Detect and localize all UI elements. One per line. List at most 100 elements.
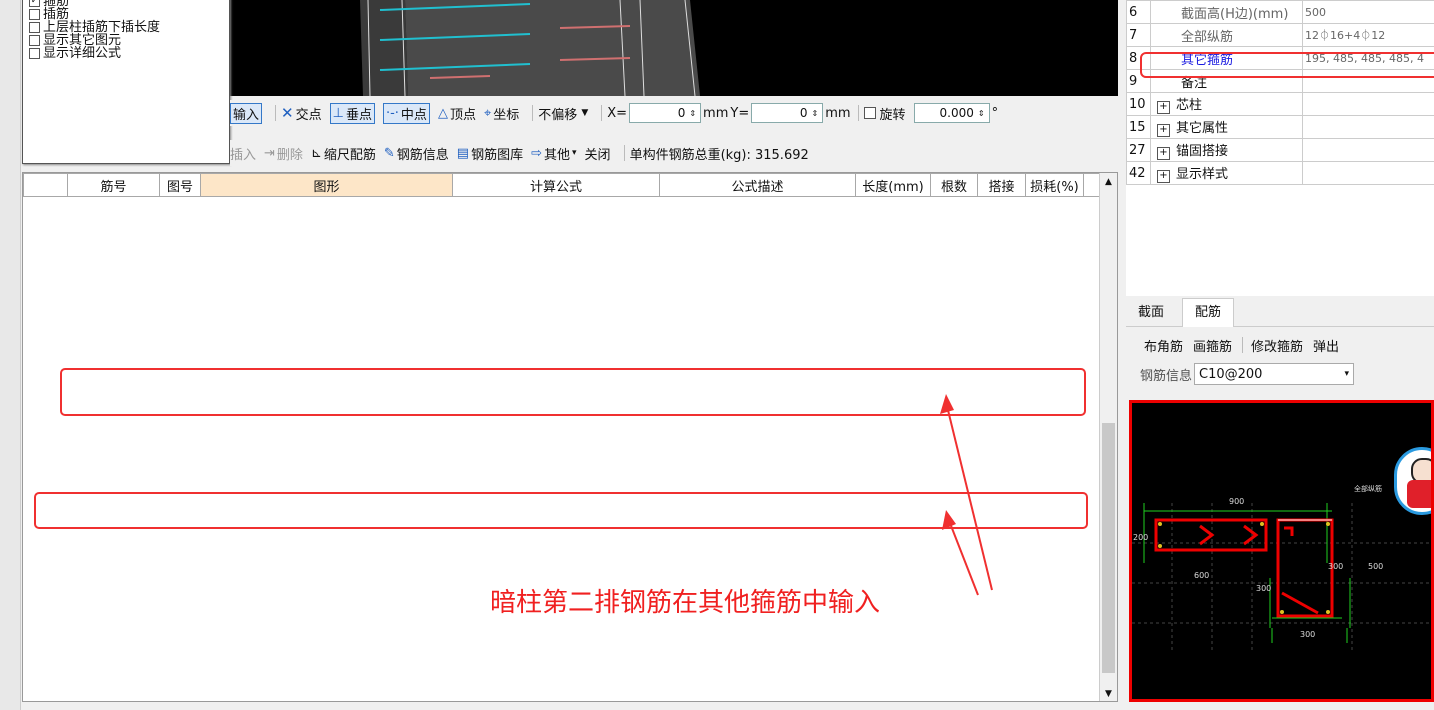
property-label[interactable]: + 其它属性 [1150, 115, 1303, 139]
vertex-icon: △ [437, 105, 448, 121]
checkbox-show-formula[interactable]: 显示详细公式 [23, 47, 229, 60]
perpendicular-button[interactable]: ⊥ 垂点 [329, 102, 375, 124]
annotation-arrows [940, 394, 993, 596]
dropdown-arrow-icon: ▾ [572, 148, 577, 158]
dropdown-arrow-icon: ▼ [581, 108, 589, 118]
modify-stirrup-button[interactable]: 修改箍筋 [1251, 336, 1303, 355]
property-index: 27 [1126, 138, 1151, 162]
property-label[interactable]: + 显示样式 [1150, 161, 1303, 185]
property-row[interactable]: 7 全部纵筋 12⏀16+4⏀12 [1126, 23, 1434, 47]
y-input[interactable]: 0 ⇕ [751, 103, 824, 123]
property-row[interactable]: 10 + 芯柱 [1126, 92, 1434, 116]
property-label[interactable]: + 锚固搭接 [1150, 138, 1303, 162]
header-loss[interactable]: 损耗(%) [1025, 173, 1084, 197]
property-value[interactable] [1302, 92, 1434, 116]
other-button[interactable]: ⇨ 其他 ▾ [531, 144, 576, 163]
property-value[interactable]: 500 [1302, 0, 1434, 24]
cross-icon: ✕ [281, 104, 294, 122]
tab-section[interactable]: 截面 [1126, 300, 1176, 326]
header-lap[interactable]: 搭接 [977, 173, 1026, 197]
header-length[interactable]: 长度(mm) [855, 173, 931, 197]
panel-tabs: 截面 配筋 [1126, 298, 1434, 327]
expand-icon[interactable]: + [1157, 170, 1170, 183]
scroll-thumb[interactable] [1102, 423, 1115, 673]
expand-icon[interactable]: + [1157, 124, 1170, 137]
property-index: 10 [1126, 92, 1151, 116]
x-input[interactable]: 0 ⇕ [629, 103, 702, 123]
corner-rebar-button[interactable]: 布角筋 [1144, 336, 1183, 355]
rebar-info-button[interactable]: ✎ 钢筋信息 [384, 144, 449, 163]
property-row[interactable]: 27 + 锚固搭接 [1126, 138, 1434, 162]
insert-button[interactable]: 插入 [230, 144, 256, 163]
checkbox-box[interactable] [29, 9, 40, 20]
checkbox-box[interactable] [29, 48, 40, 59]
y-unit: mm [825, 105, 851, 121]
y-label: Y= [730, 105, 750, 121]
dim-300c: 300 [1300, 630, 1315, 639]
properties-blank [1126, 196, 1434, 296]
property-value[interactable] [1302, 161, 1434, 185]
popup-button[interactable]: 弹出 [1313, 336, 1339, 355]
spin-icon[interactable]: ⇕ [689, 109, 696, 118]
avatar[interactable] [1394, 447, 1431, 515]
properties-table: 6 截面高(H边)(mm) 500 7 全部纵筋 12⏀16+4⏀12 8 其它箍筋 195, … [1126, 0, 1434, 185]
property-label[interactable]: 全部纵筋 [1150, 23, 1303, 47]
rebar-info-combo[interactable]: C10@200 ▾ [1194, 363, 1355, 385]
checkbox-box[interactable] [29, 22, 40, 33]
header-desc[interactable]: 公式描述 [659, 173, 856, 197]
scale-rebar-button[interactable]: ⊾ 缩尺配筋 [311, 144, 376, 163]
draw-stirrup-button[interactable]: 画箍筋 [1193, 336, 1232, 355]
checkbox-box[interactable] [29, 35, 40, 46]
tab-rebar[interactable]: 配筋 [1182, 298, 1234, 327]
grid-scrollbar[interactable]: ▲ ▼ [1099, 173, 1117, 701]
property-index: 7 [1126, 23, 1151, 47]
highlight-other-stirrup-prop [1140, 52, 1434, 78]
rebar-info-label: 钢筋信息 [1140, 368, 1193, 384]
delete-button[interactable]: ⇥ 删除 [264, 144, 303, 163]
header-fig[interactable]: 图号 [159, 173, 201, 197]
label-all-rebar: 全部纵筋 [1354, 484, 1382, 493]
close-button[interactable]: 关闭 [585, 144, 611, 163]
rebar-toolbar: 插入 ⇥ 删除 ⊾ 缩尺配筋 ✎ 钢筋信息 ▤ 钢筋图库 ⇨ 其他 ▾ 关闭 单构件钢筋总重… [230, 140, 1118, 166]
header-formula[interactable]: 计算公式 [452, 173, 660, 197]
x-unit: mm [703, 105, 729, 121]
dim-mid: 600 [1194, 571, 1209, 580]
dropdown-arrow-icon: ▾ [1344, 369, 1350, 379]
property-row[interactable]: 42 + 显示样式 [1126, 161, 1434, 185]
property-value[interactable] [1302, 138, 1434, 162]
expand-icon[interactable]: + [1157, 101, 1170, 114]
intersect-button[interactable]: ✕ 交点 [281, 104, 322, 123]
section-svg: 900 200 600 300 300 300 全部纵筋 500 [1132, 484, 1431, 653]
checkbox-box[interactable]: ✓ [29, 0, 40, 7]
property-row[interactable]: 6 截面高(H边)(mm) 500 [1126, 0, 1434, 24]
property-value[interactable]: 12⏀16+4⏀12 [1302, 23, 1434, 47]
3d-viewport[interactable] [230, 0, 1118, 96]
scroll-down-icon[interactable]: ▼ [1100, 689, 1117, 699]
rotate-input[interactable]: 0.000 ⇕ [913, 103, 990, 123]
input-button[interactable]: 输入 [230, 102, 263, 124]
header-count[interactable]: 根数 [930, 173, 978, 197]
header-extra [1083, 173, 1100, 197]
spin-icon[interactable]: ⇕ [978, 109, 985, 118]
midpoint-button[interactable]: ·-· 中点 [382, 102, 430, 124]
offset-dropdown[interactable]: 不偏移 ▼ [538, 104, 588, 123]
property-value[interactable] [1302, 115, 1434, 139]
rotate-checkbox[interactable]: 旋转 [863, 104, 906, 123]
dim-300a: 300 [1256, 584, 1271, 593]
property-label[interactable]: 截面高(H边)(mm) [1150, 0, 1303, 24]
property-row[interactable]: 15 + 其它属性 [1126, 115, 1434, 139]
rebar-library-button[interactable]: ▤ 钢筋图库 [457, 144, 523, 163]
snap-toolbar: 输入 ✕ 交点 ⊥ 垂点 ·-· 中点 △ 顶点 ⌖ 坐标 不偏移 ▼ X= 0 ⇕ mm Y… [230, 100, 1118, 126]
spin-icon[interactable]: ⇕ [812, 109, 819, 118]
header-name[interactable]: 筋号 [67, 173, 160, 197]
property-label[interactable]: + 芯柱 [1150, 92, 1303, 116]
vertex-button[interactable]: △ 顶点 [438, 104, 476, 123]
display-options-popup: ✓ 箍筋 插筋 上层柱插筋下插长度 显示其它图元 显示详细公式 [22, 0, 230, 164]
property-index: 15 [1126, 115, 1151, 139]
section-drawing[interactable]: 900 200 600 300 300 300 全部纵筋 500 [1129, 400, 1434, 702]
expand-icon[interactable]: + [1157, 147, 1170, 160]
scroll-up-icon[interactable]: ▲ [1100, 177, 1117, 187]
coordinate-button[interactable]: ⌖ 坐标 [484, 104, 519, 123]
header-shape[interactable]: 图形 [200, 173, 453, 197]
degree-unit: ° [991, 105, 999, 121]
